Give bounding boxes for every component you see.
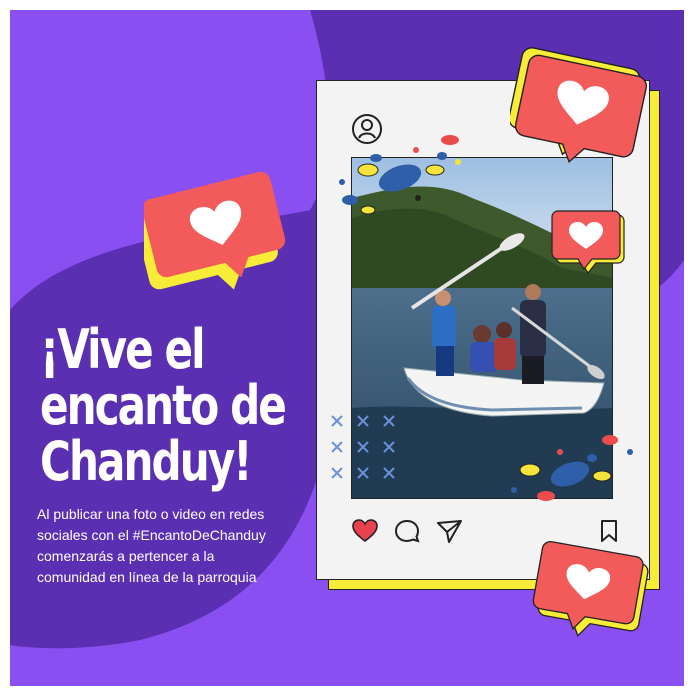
description-line-4: comunidad en línea de la parroquia	[37, 569, 257, 585]
headline: ¡Vive el encanto de Chanduy!	[40, 318, 287, 493]
heart-icon[interactable]	[351, 517, 379, 545]
description-line-1: Al publicar una foto o video en redes	[37, 506, 265, 522]
send-icon[interactable]	[435, 517, 463, 545]
heart-bubble-left	[144, 171, 286, 290]
user-avatar-icon	[352, 114, 382, 144]
description: Al publicar una foto o video en redes so…	[37, 504, 327, 588]
description-line-2: sociales con el #EncantoDeChanduy	[37, 527, 266, 543]
headline-line-1: ¡Vive el	[40, 318, 206, 381]
headline-line-3: Chanduy!	[40, 430, 252, 493]
description-line-3: comenzarás a pertencer a la	[37, 548, 215, 564]
promo-poster: ¡Vive el encanto de Chanduy! Al publicar…	[10, 10, 684, 686]
headline-line-2: encanto de	[40, 374, 287, 437]
heart-bubble-bottom-right	[532, 541, 649, 637]
heart-bubble-middle-right	[551, 210, 625, 275]
heart-bubble-top-right	[510, 47, 647, 164]
comment-icon[interactable]	[393, 517, 421, 545]
